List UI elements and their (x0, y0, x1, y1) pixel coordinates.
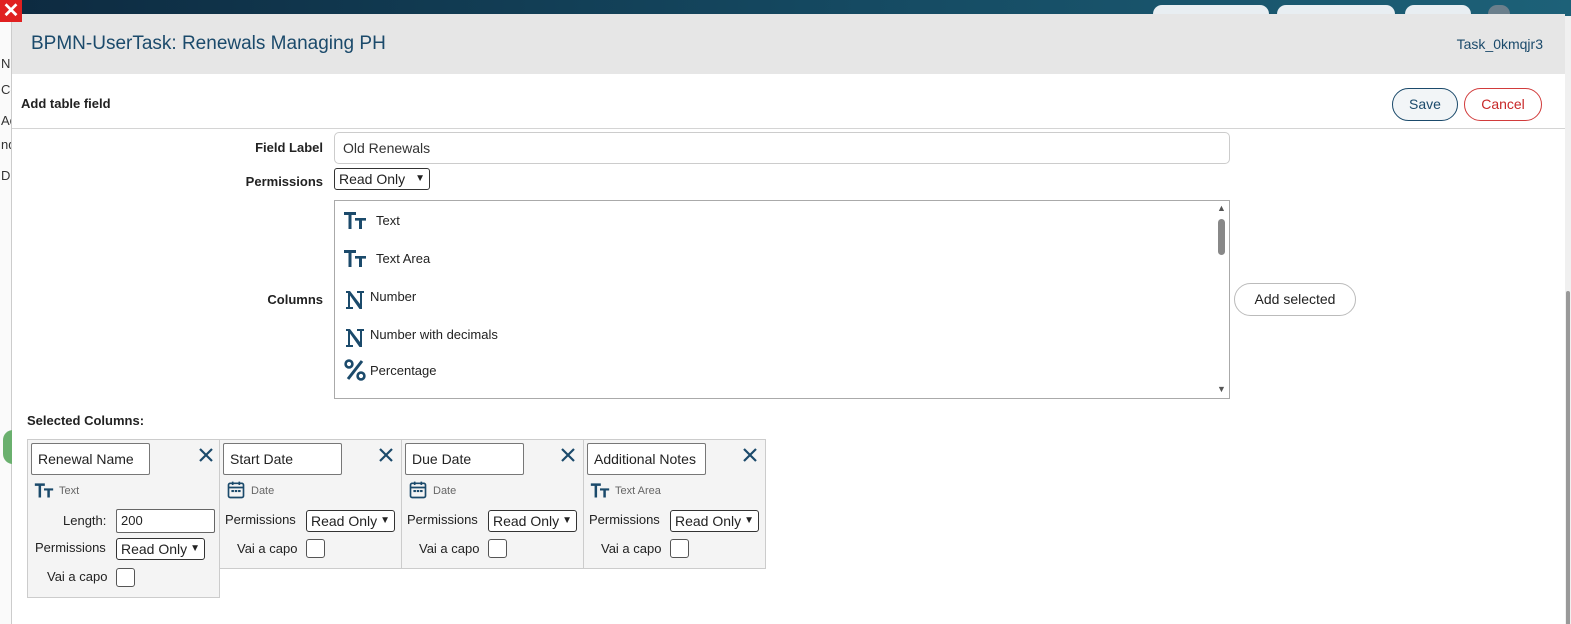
column-type-label: Date (433, 485, 457, 497)
column-permissions-value: Read Only (121, 541, 188, 557)
field-label-input[interactable]: Old Renewals (334, 132, 1230, 164)
chevron-down-icon: ▼ (190, 543, 200, 554)
background-text: nd (1, 137, 11, 152)
close-icon[interactable] (198, 447, 214, 463)
column-permissions-label: Permissions (589, 512, 660, 527)
page-scrollbar-track[interactable] (1565, 16, 1571, 624)
list-item[interactable]: Text Area (335, 239, 1215, 277)
close-icon[interactable] (560, 447, 576, 463)
selected-column-card: Renewal Name Text Length: 200 Permission… (27, 439, 220, 598)
selected-column-card: Due Date Date Permissions Read Only ▼ Va… (401, 439, 584, 569)
text-type-icon (590, 483, 610, 498)
column-permissions-value: Read Only (493, 513, 560, 529)
chevron-down-icon: ▼ (562, 515, 572, 526)
column-permissions-label: Permissions (225, 512, 296, 527)
column-name-input[interactable]: Renewal Name (31, 443, 150, 475)
number-type-icon (346, 329, 364, 347)
background-app-sidebar: N Co Ac nd D (0, 16, 12, 624)
chevron-down-icon: ▼ (380, 515, 390, 526)
newline-checkbox[interactable] (306, 539, 325, 558)
newline-label: Vai a capo (601, 541, 662, 556)
column-types-list[interactable]: Text Text Area Number Number with decima… (334, 200, 1230, 399)
list-item[interactable]: Number with decimals (335, 315, 1215, 353)
column-permissions-value: Read Only (311, 513, 378, 529)
save-button[interactable]: Save (1392, 88, 1458, 121)
bpmn-task-modal: BPMN-UserTask: Renewals Managing PH Task… (12, 14, 1565, 624)
column-permissions-label: Permissions (407, 512, 478, 527)
close-icon[interactable] (378, 447, 394, 463)
column-name-input[interactable]: Due Date (405, 443, 524, 475)
columns-label: Columns (267, 292, 323, 307)
add-selected-button[interactable]: Add selected (1234, 283, 1356, 316)
scroll-up-icon[interactable]: ▲ (1217, 203, 1226, 213)
list-item-label: Number (370, 289, 417, 304)
field-label-label: Field Label (255, 140, 323, 155)
length-input[interactable]: 200 (116, 509, 215, 533)
column-permissions-select[interactable]: Read Only ▼ (670, 510, 759, 532)
calendar-icon (227, 481, 245, 499)
page-scrollbar-thumb[interactable] (1566, 291, 1570, 624)
column-permissions-select[interactable]: Read Only ▼ (306, 510, 395, 532)
list-item-label: Text (376, 213, 400, 228)
column-name-input[interactable]: Start Date (223, 443, 342, 475)
modal-title: BPMN-UserTask: Renewals Managing PH (31, 33, 386, 54)
calendar-icon (409, 481, 427, 499)
list-scrollbar[interactable]: ▲ ▼ (1214, 201, 1229, 398)
list-item[interactable]: Percentage (335, 353, 1215, 391)
chevron-down-icon: ▼ (744, 515, 754, 526)
selected-columns-title: Selected Columns: (27, 413, 145, 428)
text-type-icon (34, 483, 54, 498)
add-table-field-header: Add table field Save Cancel (12, 74, 1565, 129)
percentage-type-icon (344, 359, 366, 381)
newline-label: Vai a capo (47, 569, 108, 584)
background-text: Ac (1, 113, 11, 128)
permissions-label: Permissions (245, 174, 323, 189)
newline-checkbox[interactable] (116, 568, 135, 587)
column-type-label: Text Area (615, 485, 661, 497)
selected-column-card: Additional Notes Text Area Permissions R… (583, 439, 766, 569)
list-item[interactable]: Text (335, 201, 1215, 239)
task-id: Task_0kmqjr3 (1456, 36, 1543, 52)
background-text: D (1, 168, 11, 183)
close-icon[interactable]: ✕ (0, 0, 22, 22)
background-text: N (1, 56, 11, 71)
close-icon[interactable] (742, 447, 758, 463)
text-type-icon (344, 250, 366, 267)
list-item-label: Percentage (370, 363, 437, 378)
panel-title: Add table field (21, 96, 111, 111)
background-text: Co (1, 82, 11, 97)
newline-label: Vai a capo (237, 541, 298, 556)
newline-checkbox[interactable] (670, 539, 689, 558)
column-type-label: Date (251, 485, 275, 497)
column-permissions-value: Read Only (675, 513, 742, 529)
newline-label: Vai a capo (419, 541, 480, 556)
permissions-select-value: Read Only (339, 171, 406, 187)
number-type-icon (346, 291, 364, 309)
text-type-icon (344, 212, 366, 229)
chevron-down-icon: ▼ (415, 173, 425, 184)
permissions-select[interactable]: Read Only ▼ (334, 168, 430, 190)
column-permissions-select[interactable]: Read Only ▼ (488, 510, 577, 532)
list-scrollbar-thumb[interactable] (1218, 219, 1225, 255)
list-item[interactable]: Number (335, 277, 1215, 315)
column-permissions-label: Permissions (35, 540, 106, 555)
cancel-button[interactable]: Cancel (1464, 88, 1542, 121)
column-permissions-select[interactable]: Read Only ▼ (116, 538, 205, 560)
newline-checkbox[interactable] (488, 539, 507, 558)
list-item-label: Text Area (376, 251, 431, 266)
modal-header: BPMN-UserTask: Renewals Managing PH Task… (12, 14, 1565, 74)
selected-column-card: Start Date Date Permissions Read Only ▼ … (219, 439, 402, 569)
length-label: Length: (63, 513, 107, 528)
column-name-input[interactable]: Additional Notes (587, 443, 706, 475)
list-item-label: Number with decimals (370, 327, 498, 342)
scroll-down-icon[interactable]: ▼ (1217, 384, 1226, 394)
column-type-label: Text (59, 485, 80, 497)
